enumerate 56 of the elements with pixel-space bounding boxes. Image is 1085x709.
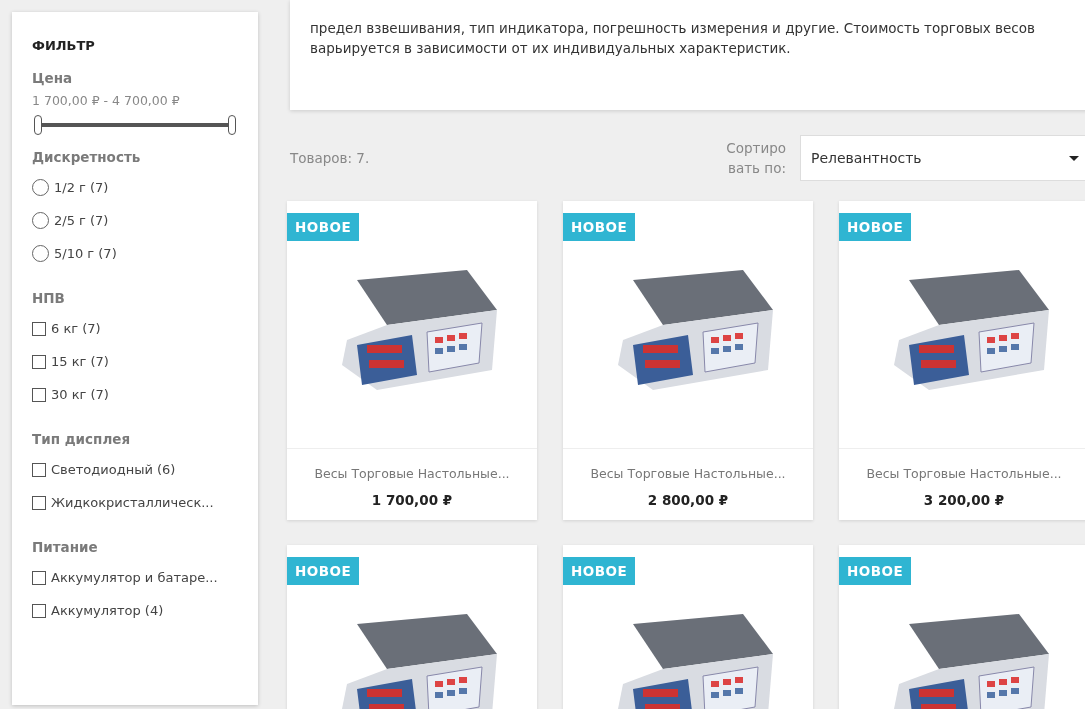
product-price: 1 700,00 ₽: [370, 490, 454, 510]
new-badge: НОВОЕ: [563, 557, 636, 586]
product-name[interactable]: Весы Торговые Настольные...: [839, 465, 1085, 484]
new-badge: НОВОЕ: [563, 213, 636, 242]
slider-handle[interactable]: [228, 114, 236, 135]
option-label: Светодиодный (6): [51, 461, 176, 479]
description-text: предел взвешивания, тип индикатора, погрешность измерения и другие. Стоимость торговых весов варьируется в зависимости от их индивидуальных характеристик.: [290, 0, 1085, 110]
radio-option[interactable]: 5/10 г (7): [32, 236, 117, 270]
new-badge: НОВОЕ: [839, 213, 912, 242]
product-price: 2 800,00 ₽: [646, 490, 730, 510]
option-label: Жидкокристаллическ...: [51, 494, 214, 512]
option-label: 5/10 г (7): [54, 244, 117, 263]
caret-icon: [1069, 155, 1079, 161]
product-price: 3 200,00 ₽: [922, 490, 1006, 510]
option-label: 6 кг (7): [51, 319, 101, 338]
sort-label: Сортиро вать по:: [726, 139, 786, 178]
checkbox[interactable]: [32, 321, 46, 336]
new-badge: НОВОЕ: [839, 557, 912, 586]
filter-heading: Тип дисплея: [32, 430, 132, 449]
filter-heading: Питание: [32, 538, 99, 558]
option-label: Аккумулятор и батаре...: [51, 569, 218, 588]
filter-heading: НПВ: [32, 288, 66, 308]
checkbox-option[interactable]: 6 кг (7): [32, 312, 101, 345]
product-count: Товаров: 7.: [290, 148, 370, 168]
checkbox[interactable]: [32, 495, 46, 510]
checkbox[interactable]: [32, 462, 46, 477]
product-name[interactable]: Весы Торговые Настольные...: [563, 465, 813, 484]
filter-heading: Цена: [32, 68, 74, 88]
option-label: 2/5 г (7): [54, 211, 109, 230]
radio-option[interactable]: 2/5 г (7): [32, 203, 109, 237]
checkbox-option[interactable]: Аккумулятор и батаре...: [32, 561, 218, 595]
product-card[interactable]: НОВОЕ Весы Торговые Настольные... 2 800,00 ₽: [563, 201, 813, 520]
product-card[interactable]: НОВОЕ Весы Торговые Настольные... 3 200,00 ₽: [839, 201, 1085, 520]
option-label: 30 кг (7): [51, 385, 109, 404]
filter-title: ФИЛЬТР: [32, 37, 96, 55]
checkbox-option[interactable]: 15 кг (7): [32, 345, 109, 378]
checkbox-option[interactable]: Жидкокристаллическ...: [32, 486, 214, 520]
new-badge: НОВОЕ: [287, 213, 360, 242]
product-name[interactable]: Весы Торговые Настольные...: [287, 465, 537, 484]
checkbox-option[interactable]: Аккумулятор (4): [32, 594, 164, 628]
new-badge: НОВОЕ: [287, 557, 360, 586]
option-label: Аккумулятор (4): [51, 602, 164, 621]
option-label: 1/2 г (7): [54, 178, 109, 197]
checkbox-option[interactable]: Светодиодный (6): [32, 453, 176, 487]
filter-heading: Дискретность: [32, 147, 142, 167]
option-label: 15 кг (7): [51, 352, 109, 371]
checkbox-option[interactable]: 30 кг (7): [32, 378, 109, 411]
checkbox[interactable]: [32, 354, 46, 369]
radio-option[interactable]: 1/2 г (7): [32, 170, 109, 204]
product-card[interactable]: НОВОЕ Весы Торговые Настольные... 1 700,00 ₽: [287, 201, 537, 520]
sort-dropdown[interactable]: Релевантность: [800, 135, 1085, 181]
checkbox[interactable]: [32, 604, 46, 618]
price-range: 1 700,00 ₽ - 4 700,00 ₽: [32, 91, 181, 110]
checkbox[interactable]: [32, 387, 46, 402]
slider-handle[interactable]: [34, 114, 42, 135]
checkbox[interactable]: [32, 571, 46, 585]
